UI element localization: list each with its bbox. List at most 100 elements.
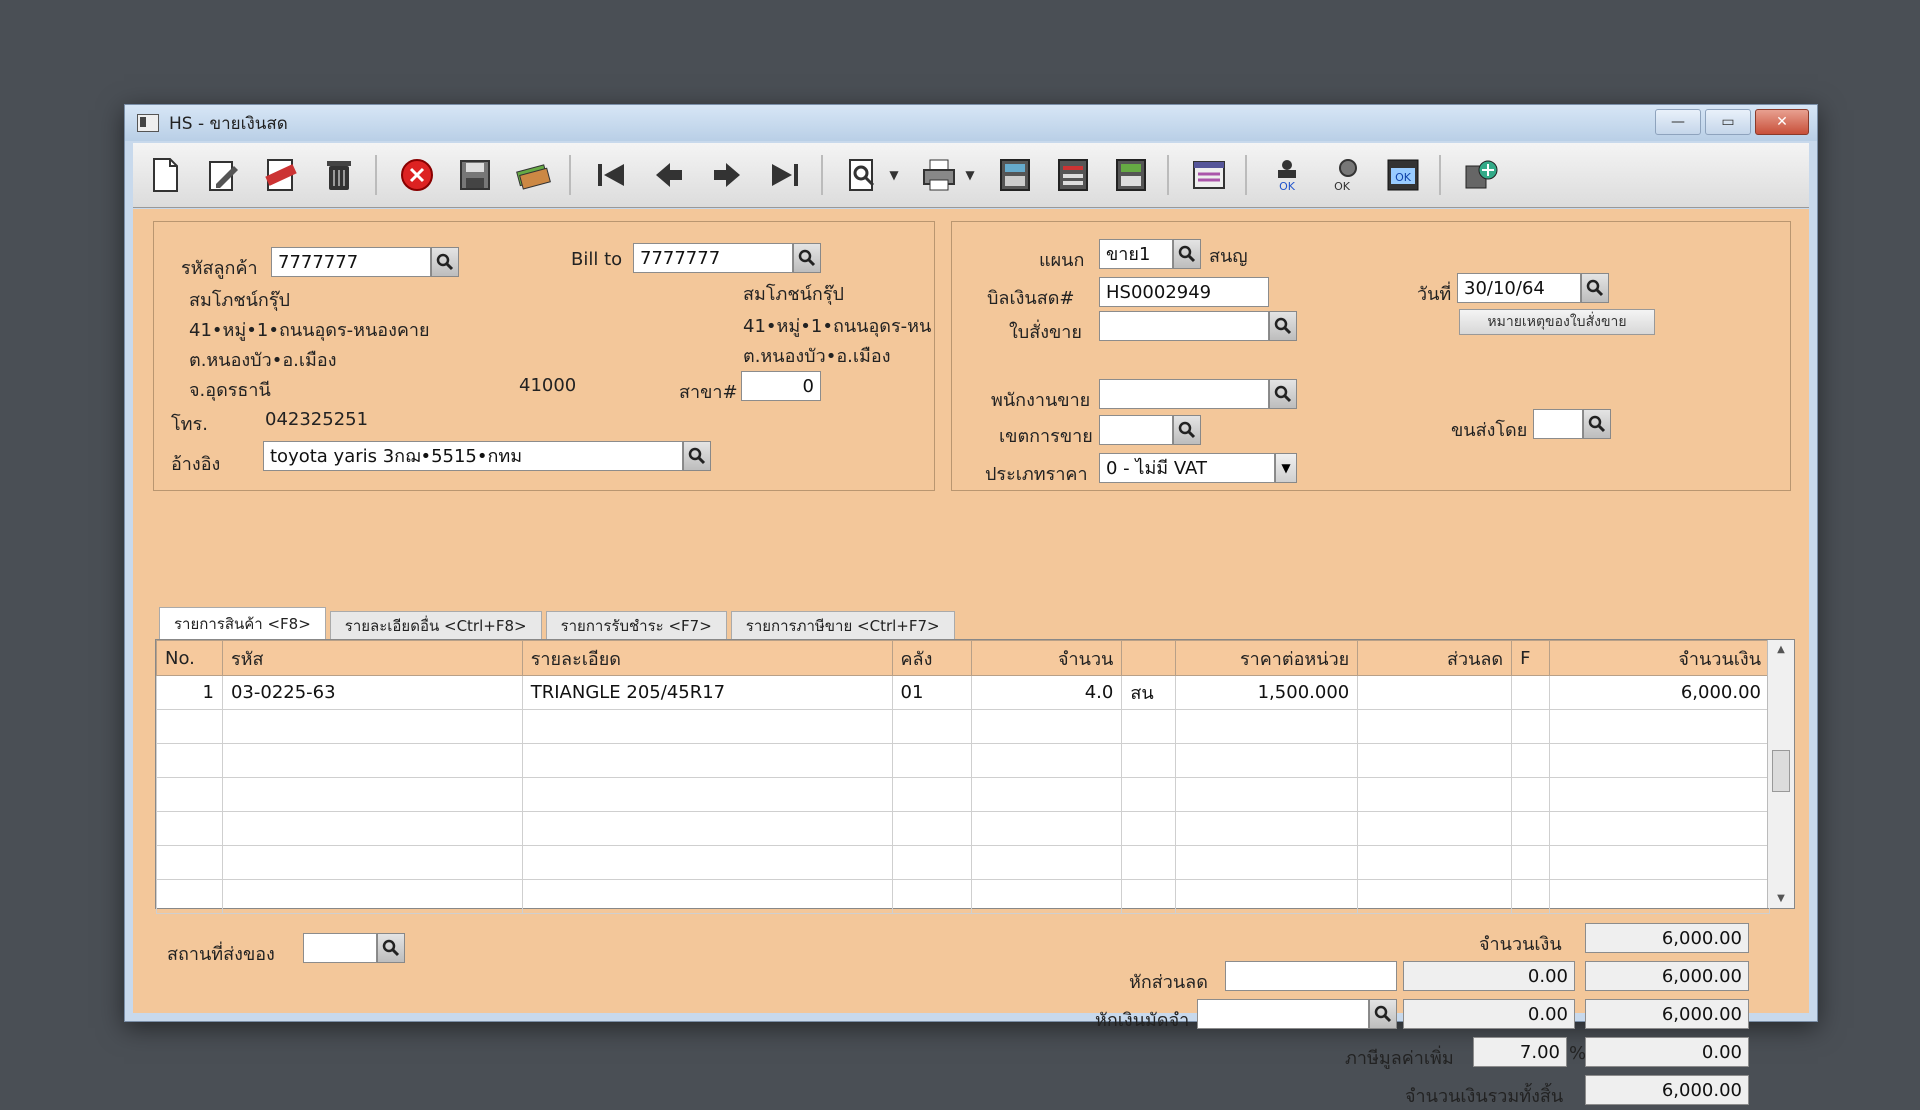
salesperson-search-button[interactable] <box>1269 379 1297 409</box>
print-dropdown-icon[interactable]: ▼ <box>963 153 977 197</box>
branch-field[interactable]: 0 <box>741 371 821 401</box>
customer-phone: 042325251 <box>265 409 369 430</box>
search-icon <box>436 253 454 271</box>
table-row[interactable] <box>156 709 1770 744</box>
first-record-icon[interactable] <box>589 153 633 197</box>
edit-icon[interactable] <box>201 153 245 197</box>
cell-warehouse[interactable]: 01 <box>891 675 973 710</box>
column-header-amount[interactable]: จำนวนเงิน <box>1549 640 1770 676</box>
department-search-button[interactable] <box>1173 239 1201 269</box>
chevron-down-icon[interactable]: ▼ <box>1275 453 1297 483</box>
trash-icon[interactable] <box>317 153 361 197</box>
column-header-discount[interactable]: ส่วนลด <box>1357 640 1513 676</box>
cell-unit[interactable]: สน <box>1121 675 1177 710</box>
delivery-search-button[interactable] <box>377 933 405 963</box>
approve-icon[interactable]: OK <box>1265 153 1309 197</box>
table-row[interactable] <box>156 879 1770 914</box>
tab-sales-tax[interactable]: รายการภาษีขาย <Ctrl+F7> <box>730 611 955 640</box>
bill-number-field[interactable]: HS0002949 <box>1099 277 1269 307</box>
sales-area-field[interactable] <box>1099 415 1173 445</box>
print-icon[interactable] <box>917 153 961 197</box>
sales-window: HS - ขายเงินสด — ▭ ✕ ▼ ▼ OK OK OK รหัสลู… <box>124 104 1818 1107</box>
search-dropdown-icon[interactable]: ▼ <box>887 153 901 197</box>
next-record-icon[interactable] <box>705 153 749 197</box>
delivery-location-field[interactable] <box>303 933 377 963</box>
scroll-down-icon[interactable]: ▼ <box>1768 893 1794 904</box>
bill-to-code-field[interactable]: 7777777 <box>633 243 793 273</box>
approve-ok-icon[interactable]: OK <box>1381 153 1425 197</box>
phone-label: โทร. <box>171 414 208 435</box>
search-document-icon[interactable] <box>841 153 885 197</box>
maximize-button[interactable]: ▭ <box>1705 109 1751 135</box>
column-header-unit[interactable] <box>1121 640 1177 676</box>
money-icon[interactable] <box>511 153 555 197</box>
column-header-description[interactable]: รายละเอียด <box>521 640 893 676</box>
tab-payments[interactable]: รายการรับชำระ <F7> <box>545 611 727 640</box>
new-document-icon[interactable] <box>143 153 187 197</box>
date-picker-button[interactable] <box>1581 273 1609 303</box>
table-row[interactable]: 1 03-0225-63 TRIANGLE 205/45R17 01 4.0 ส… <box>156 675 1770 710</box>
tab-other-details[interactable]: รายละเอียดอื่น <Ctrl+F8> <box>329 611 542 640</box>
column-header-flag[interactable]: F <box>1511 640 1551 676</box>
department-field[interactable]: ขาย1 <box>1099 239 1173 269</box>
tab-items[interactable]: รายการสินค้า <F8> <box>159 607 326 640</box>
toolbar-separator <box>1245 155 1247 195</box>
price-type-select[interactable]: 0 - ไม่มี VAT <box>1099 453 1275 483</box>
column-header-code[interactable]: รหัส <box>221 640 523 676</box>
shipping-search-button[interactable] <box>1583 409 1611 439</box>
cell-unit-price[interactable]: 1,500.000 <box>1175 675 1359 710</box>
cell-description[interactable]: TRIANGLE 205/45R17 <box>521 675 893 710</box>
deposit-search-button[interactable] <box>1369 999 1397 1029</box>
table-row[interactable] <box>156 777 1770 812</box>
previous-record-icon[interactable] <box>647 153 691 197</box>
calculator-icon[interactable] <box>993 153 1037 197</box>
sales-area-search-button[interactable] <box>1173 415 1201 445</box>
window-title: HS - ขายเงินสด <box>169 113 288 134</box>
sales-report-icon[interactable] <box>1109 153 1153 197</box>
column-header-unit-price[interactable]: ราคาต่อหน่วย <box>1175 640 1359 676</box>
customer-code-field[interactable]: 7777777 <box>271 247 431 277</box>
cell-discount[interactable] <box>1357 675 1513 710</box>
cell-quantity[interactable]: 4.0 <box>971 675 1123 710</box>
discount-label: หักส่วนลด <box>1129 972 1208 993</box>
sales-order-field[interactable] <box>1099 311 1269 341</box>
close-button[interactable]: ✕ <box>1755 109 1809 135</box>
network-icon[interactable] <box>1459 153 1503 197</box>
database-icon[interactable] <box>1187 153 1231 197</box>
customer-address2: ต.หนองบัว•อ.เมือง <box>189 350 337 371</box>
reference-search-button[interactable] <box>683 441 711 471</box>
search-icon <box>1374 1005 1392 1023</box>
table-row[interactable] <box>156 811 1770 846</box>
shipping-field[interactable] <box>1533 409 1583 439</box>
date-field[interactable]: 30/10/64 <box>1457 273 1581 303</box>
salesperson-field[interactable] <box>1099 379 1269 409</box>
report-icon[interactable] <box>1051 153 1095 197</box>
column-header-warehouse[interactable]: คลัง <box>891 640 973 676</box>
column-header-no[interactable]: No. <box>156 640 223 676</box>
department-label: แผนก <box>1039 250 1085 271</box>
column-header-quantity[interactable]: จำนวน <box>971 640 1123 676</box>
reference-field[interactable]: toyota yaris 3กฌ•5515•กทม <box>263 441 683 471</box>
grid-scrollbar[interactable]: ▲ ▼ <box>1767 640 1794 908</box>
customer-search-button[interactable] <box>431 247 459 277</box>
bill-to-search-button[interactable] <box>793 243 821 273</box>
table-row[interactable] <box>156 743 1770 778</box>
vat-rate-field[interactable]: 7.00 <box>1473 1037 1567 1067</box>
sales-order-search-button[interactable] <box>1269 311 1297 341</box>
discount-input[interactable] <box>1225 961 1397 991</box>
save-icon[interactable] <box>453 153 497 197</box>
deposit-input[interactable] <box>1197 999 1369 1029</box>
scroll-thumb[interactable] <box>1772 750 1790 792</box>
void-icon[interactable] <box>259 153 303 197</box>
cell-amount[interactable]: 6,000.00 <box>1549 675 1770 710</box>
table-row[interactable] <box>156 845 1770 880</box>
cell-code[interactable]: 03-0225-63 <box>221 675 523 710</box>
cell-flag[interactable] <box>1511 675 1551 710</box>
order-memo-button[interactable]: หมายเหตุของใบสั่งขาย <box>1459 309 1655 335</box>
scroll-up-icon[interactable]: ▲ <box>1768 644 1794 655</box>
minimize-button[interactable]: — <box>1655 109 1701 135</box>
cell-no[interactable]: 1 <box>156 675 223 710</box>
approve-print-icon[interactable]: OK <box>1323 153 1367 197</box>
last-record-icon[interactable] <box>763 153 807 197</box>
cancel-icon[interactable] <box>395 153 439 197</box>
